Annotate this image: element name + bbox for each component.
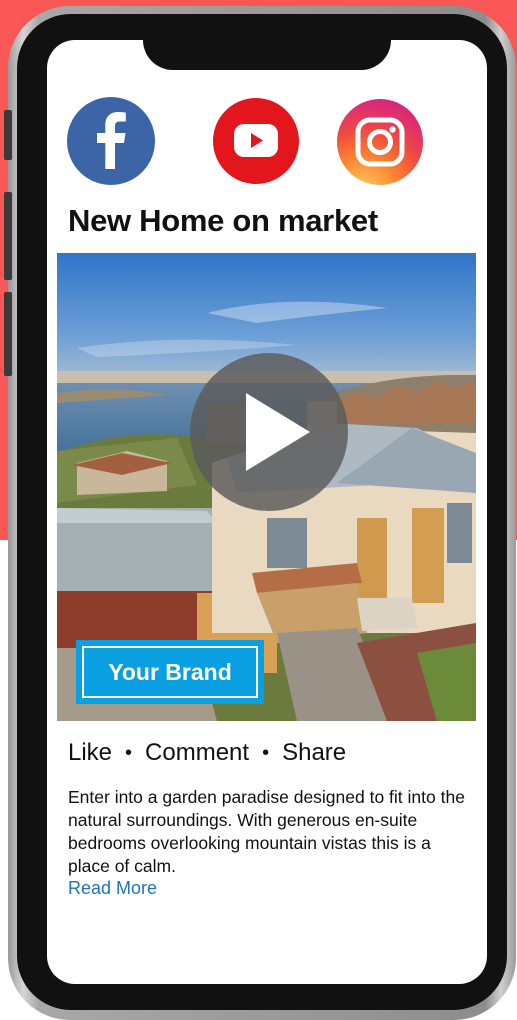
action-separator: • (262, 741, 270, 764)
post-description: Enter into a garden paradise designed to… (68, 787, 465, 876)
youtube-icon[interactable] (213, 98, 299, 184)
comment-button[interactable]: Comment (145, 739, 249, 767)
phone-volume-up-button (4, 192, 12, 280)
phone-screen: New Home on market Your Brand Like • Com… (47, 40, 487, 984)
facebook-icon[interactable] (67, 97, 155, 185)
action-separator: • (125, 741, 133, 764)
phone-volume-down-button (4, 292, 12, 376)
brand-label: Your Brand (108, 658, 232, 685)
share-button[interactable]: Share (282, 739, 346, 767)
post-title: New Home on market (68, 203, 378, 238)
post-actions: Like • Comment • Share (68, 739, 346, 767)
phone-mute-switch (4, 110, 12, 160)
phone-notch (143, 40, 391, 70)
post-video[interactable]: Your Brand (57, 253, 476, 721)
social-links (67, 97, 467, 187)
instagram-icon[interactable] (337, 99, 423, 185)
read-more-link[interactable]: Read More (68, 878, 157, 899)
play-icon (246, 393, 310, 471)
play-button[interactable] (190, 353, 348, 511)
like-button[interactable]: Like (68, 739, 112, 767)
brand-badge: Your Brand (76, 640, 264, 704)
